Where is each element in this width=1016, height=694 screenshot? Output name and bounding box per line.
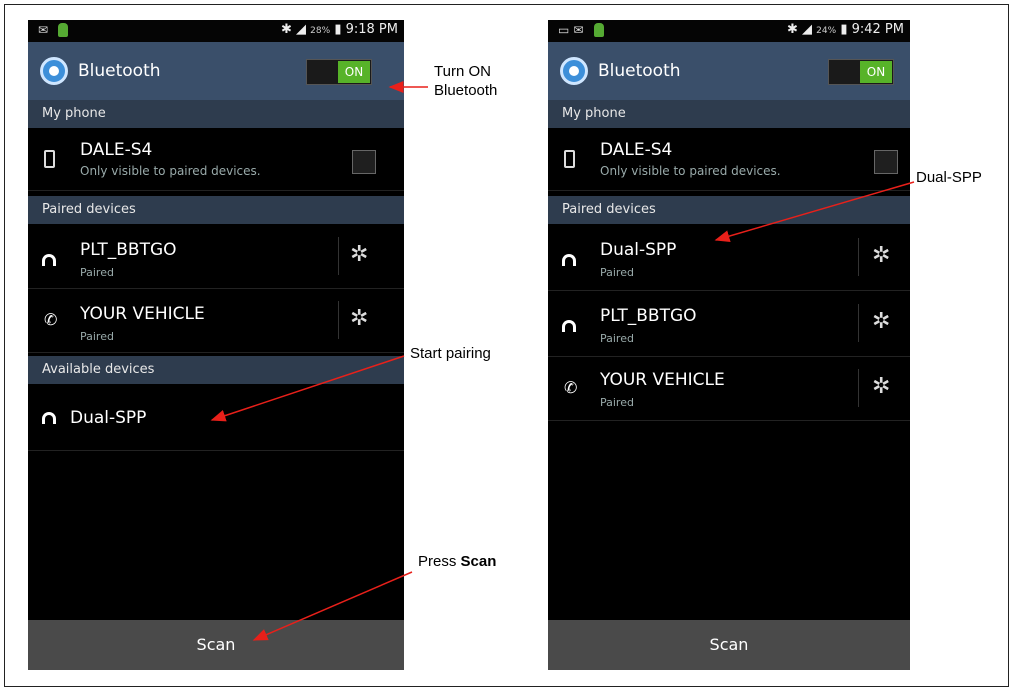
arrow-to-scan (252, 571, 413, 641)
arrow-to-dual-spp-paired (714, 181, 915, 242)
arrow-to-dual-spp-available (210, 355, 405, 422)
annotation-arrows (210, 81, 915, 641)
